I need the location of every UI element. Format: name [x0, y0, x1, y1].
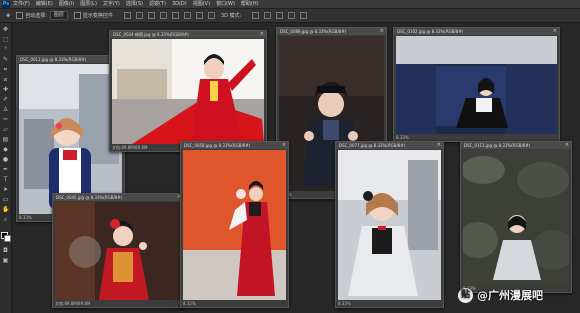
menu-edit[interactable]: 编辑(E) [36, 0, 53, 8]
watermark: 贴 @广州漫展吧 [458, 287, 543, 303]
healing-brush-tool-icon[interactable]: ✚ [2, 86, 9, 93]
document-window[interactable]: DSC_0058.jpg @ 8.33%(RGB/8#) × 8.32% [180, 141, 289, 308]
transform-controls-checkbox[interactable] [73, 12, 81, 19]
watermark-text: @广州漫展吧 [477, 289, 543, 302]
menu-bar: Ps 文件(F) 编辑(E) 图像(I) 图层(L) 文字(Y) 选择(S) 滤… [0, 0, 580, 9]
align-middle-icon[interactable] [171, 12, 179, 19]
align-bottom-icon[interactable] [183, 12, 191, 19]
lasso-tool-icon[interactable]: ᐤ [2, 46, 9, 53]
distribute-icon[interactable] [195, 12, 203, 19]
gradient-tool-icon[interactable]: ▤ [2, 136, 9, 143]
zoom-tool-icon[interactable]: ⌕ [2, 216, 9, 223]
menu-help[interactable]: 帮助(H) [241, 0, 259, 8]
close-icon[interactable]: × [437, 142, 441, 149]
document-window[interactable]: DSC_0077.jpg @ 8.33%(RGB/8#) × 8.33% [335, 141, 444, 308]
brush-tool-icon[interactable]: ✐ [2, 96, 9, 103]
photo-canvas[interactable] [55, 202, 181, 300]
close-icon[interactable]: × [260, 31, 264, 38]
zoom-status: 8.32% [183, 301, 196, 306]
shape-tool-icon[interactable]: ▭ [2, 196, 9, 203]
menu-file[interactable]: 文件(F) [13, 0, 30, 8]
3d-mode-buttons [247, 12, 308, 19]
distribute-spacing-icon[interactable] [207, 12, 215, 19]
transform-controls-label: 显示变换控件 [82, 13, 113, 19]
document-window[interactable]: DSC_0102.jpg @ 8.33%(RGB/8#) × 8.33% [393, 27, 560, 142]
auto-select-option[interactable]: 自动选择: 图层 [16, 11, 68, 20]
document-title: DSC_0024-修图.jpg @ 8.33%(RGB/8#) [110, 31, 266, 38]
tools-panel: ✥ ⬚ ᐤ ✎ ⌗ ⌀ ✚ ✐ ♙ ✑ ▱ ▤ ◆ ● ✒ T ➤ ▭ ✋ ⌕ … [0, 23, 12, 313]
document-title: DSC_0102.jpg @ 8.33%(RGB/8#) [394, 28, 559, 35]
pen-tool-icon[interactable]: ✒ [2, 166, 9, 173]
quick-select-tool-icon[interactable]: ✎ [2, 56, 9, 63]
options-bar: ✥ 自动选择: 图层 显示变换控件 3D 模式: [0, 9, 580, 23]
photo-canvas[interactable] [338, 150, 441, 300]
align-top-icon[interactable] [159, 12, 167, 19]
menu-window[interactable]: 窗口(W) [216, 0, 235, 8]
document-title: DSC_0089.jpg @ 8.33%(RGB/8#) [277, 28, 386, 35]
3d-roll-icon[interactable] [264, 12, 272, 19]
menu-3d[interactable]: 3D(D) [172, 0, 187, 8]
photo-canvas[interactable] [19, 64, 122, 214]
transform-controls-option[interactable]: 显示变换控件 [73, 12, 113, 19]
document-title: DSC_0045.jpg @ 8.33%(RGB/8#) [53, 194, 183, 201]
document-title: DSC_0011.jpg @ 8.33%(RGB/8#) [17, 56, 124, 63]
auto-select-checkbox[interactable] [16, 12, 24, 19]
history-brush-tool-icon[interactable]: ✑ [2, 116, 9, 123]
3d-slide-icon[interactable] [288, 12, 296, 19]
photo-canvas[interactable] [183, 150, 286, 300]
menu-view[interactable]: 视图(V) [193, 0, 210, 8]
dodge-tool-icon[interactable]: ● [2, 156, 9, 163]
photo-canvas[interactable] [112, 39, 264, 144]
close-icon[interactable]: × [553, 28, 557, 35]
eyedropper-tool-icon[interactable]: ⌀ [2, 76, 9, 83]
blur-tool-icon[interactable]: ◆ [2, 146, 9, 153]
document-window[interactable]: DSC_0024-修图.jpg @ 8.33%(RGB/8#) × 文档:89.… [109, 30, 267, 152]
photoshop-logo-icon[interactable]: Ps [2, 0, 10, 8]
marquee-tool-icon[interactable]: ⬚ [2, 36, 9, 43]
menu-select[interactable]: 选择(S) [126, 0, 143, 8]
photo-canvas[interactable] [396, 36, 557, 134]
document-title: DSC_0058.jpg @ 8.33%(RGB/8#) [181, 142, 288, 149]
auto-select-label: 自动选择: [25, 13, 47, 19]
zoom-status: 8.33% [338, 301, 351, 306]
3d-mode-label: 3D 模式: [220, 13, 242, 19]
3d-scale-icon[interactable] [300, 12, 308, 19]
align-center-icon[interactable] [135, 12, 143, 19]
paw-icon: 贴 [458, 287, 473, 303]
zoom-status: 8.33% [396, 135, 409, 140]
move-tool-icon[interactable]: ✥ [2, 26, 9, 33]
clone-stamp-tool-icon[interactable]: ♙ [2, 106, 9, 113]
document-title: DSC_0077.jpg @ 8.33%(RGB/8#) [336, 142, 443, 149]
document-title: DSC_0111.jpg @ 8.33%(RGB/8#) [461, 142, 571, 149]
close-icon[interactable]: × [565, 142, 569, 149]
close-icon[interactable]: × [282, 142, 286, 149]
3d-rotate-icon[interactable] [252, 12, 260, 19]
photo-canvas[interactable] [463, 150, 569, 285]
path-select-tool-icon[interactable]: ➤ [2, 186, 9, 193]
3d-pan-icon[interactable] [276, 12, 284, 19]
align-right-icon[interactable] [147, 12, 155, 19]
menu-image[interactable]: 图像(I) [59, 0, 74, 8]
document-window[interactable]: DSC_0045.jpg @ 8.33%(RGB/8#) × 文档:89.8M/… [52, 193, 184, 308]
quick-mask-icon[interactable]: ◘ [2, 247, 9, 254]
menu-layer[interactable]: 图层(L) [80, 0, 97, 8]
crop-tool-icon[interactable]: ⌗ [2, 66, 9, 73]
type-tool-icon[interactable]: T [2, 176, 9, 183]
screen-mode-icon[interactable]: ▣ [2, 257, 9, 264]
background-color-swatch[interactable] [4, 235, 11, 242]
eraser-tool-icon[interactable]: ▱ [2, 126, 9, 133]
zoom-status: 文档:89.8M/89.8M [55, 301, 91, 306]
auto-select-dropdown[interactable]: 图层 [49, 11, 68, 20]
align-buttons [119, 12, 215, 19]
menu-type[interactable]: 文字(Y) [103, 0, 120, 8]
close-icon[interactable]: × [380, 28, 384, 35]
move-tool-icon[interactable]: ✥ [6, 13, 10, 19]
menu-filter[interactable]: 滤镜(T) [149, 0, 166, 8]
hand-tool-icon[interactable]: ✋ [2, 206, 9, 213]
align-left-icon[interactable] [123, 12, 131, 19]
document-window[interactable]: DSC_0111.jpg @ 8.33%(RGB/8#) × 8.33% [460, 141, 572, 293]
